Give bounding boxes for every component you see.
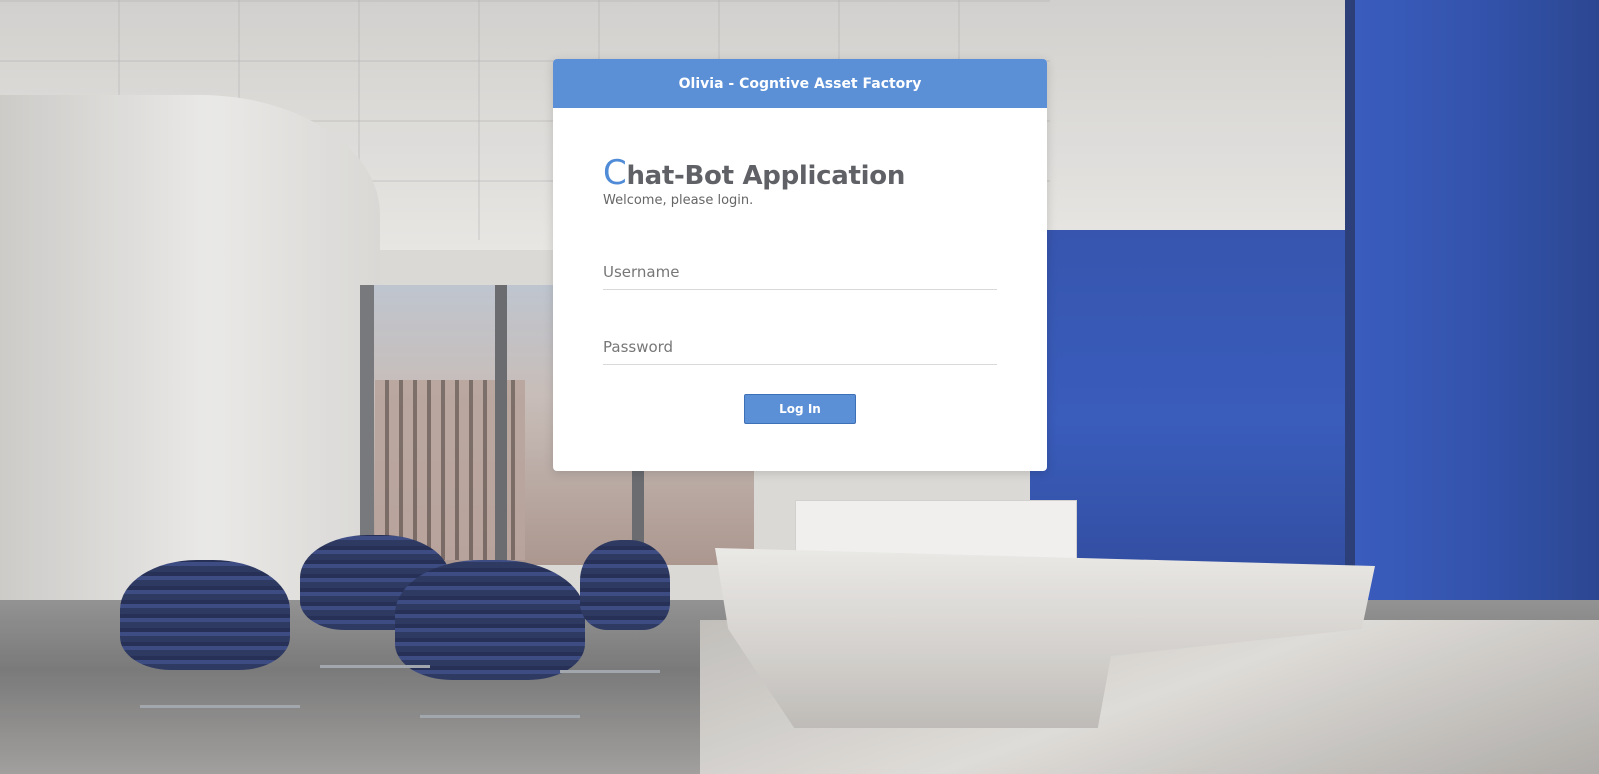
login-button-row: Log In	[603, 394, 997, 424]
login-button[interactable]: Log In	[744, 394, 856, 424]
welcome-text: Welcome, please login.	[603, 193, 754, 208]
header-title: Olivia - Cogntive Asset Factory	[678, 75, 922, 92]
password-input[interactable]	[603, 334, 997, 364]
app-title-initial: C	[603, 153, 627, 193]
username-input[interactable]	[603, 259, 997, 289]
app-title-text: hat-Bot Application	[626, 161, 906, 191]
password-field	[603, 334, 997, 365]
app-title: Chat-Bot Application	[603, 156, 997, 193]
username-field	[603, 259, 997, 290]
login-card: Olivia - Cogntive Asset Factory Chat-Bot…	[553, 59, 1047, 471]
card-body: Chat-Bot Application Welcome, please log…	[553, 108, 1047, 424]
card-header: Olivia - Cogntive Asset Factory	[553, 59, 1047, 108]
